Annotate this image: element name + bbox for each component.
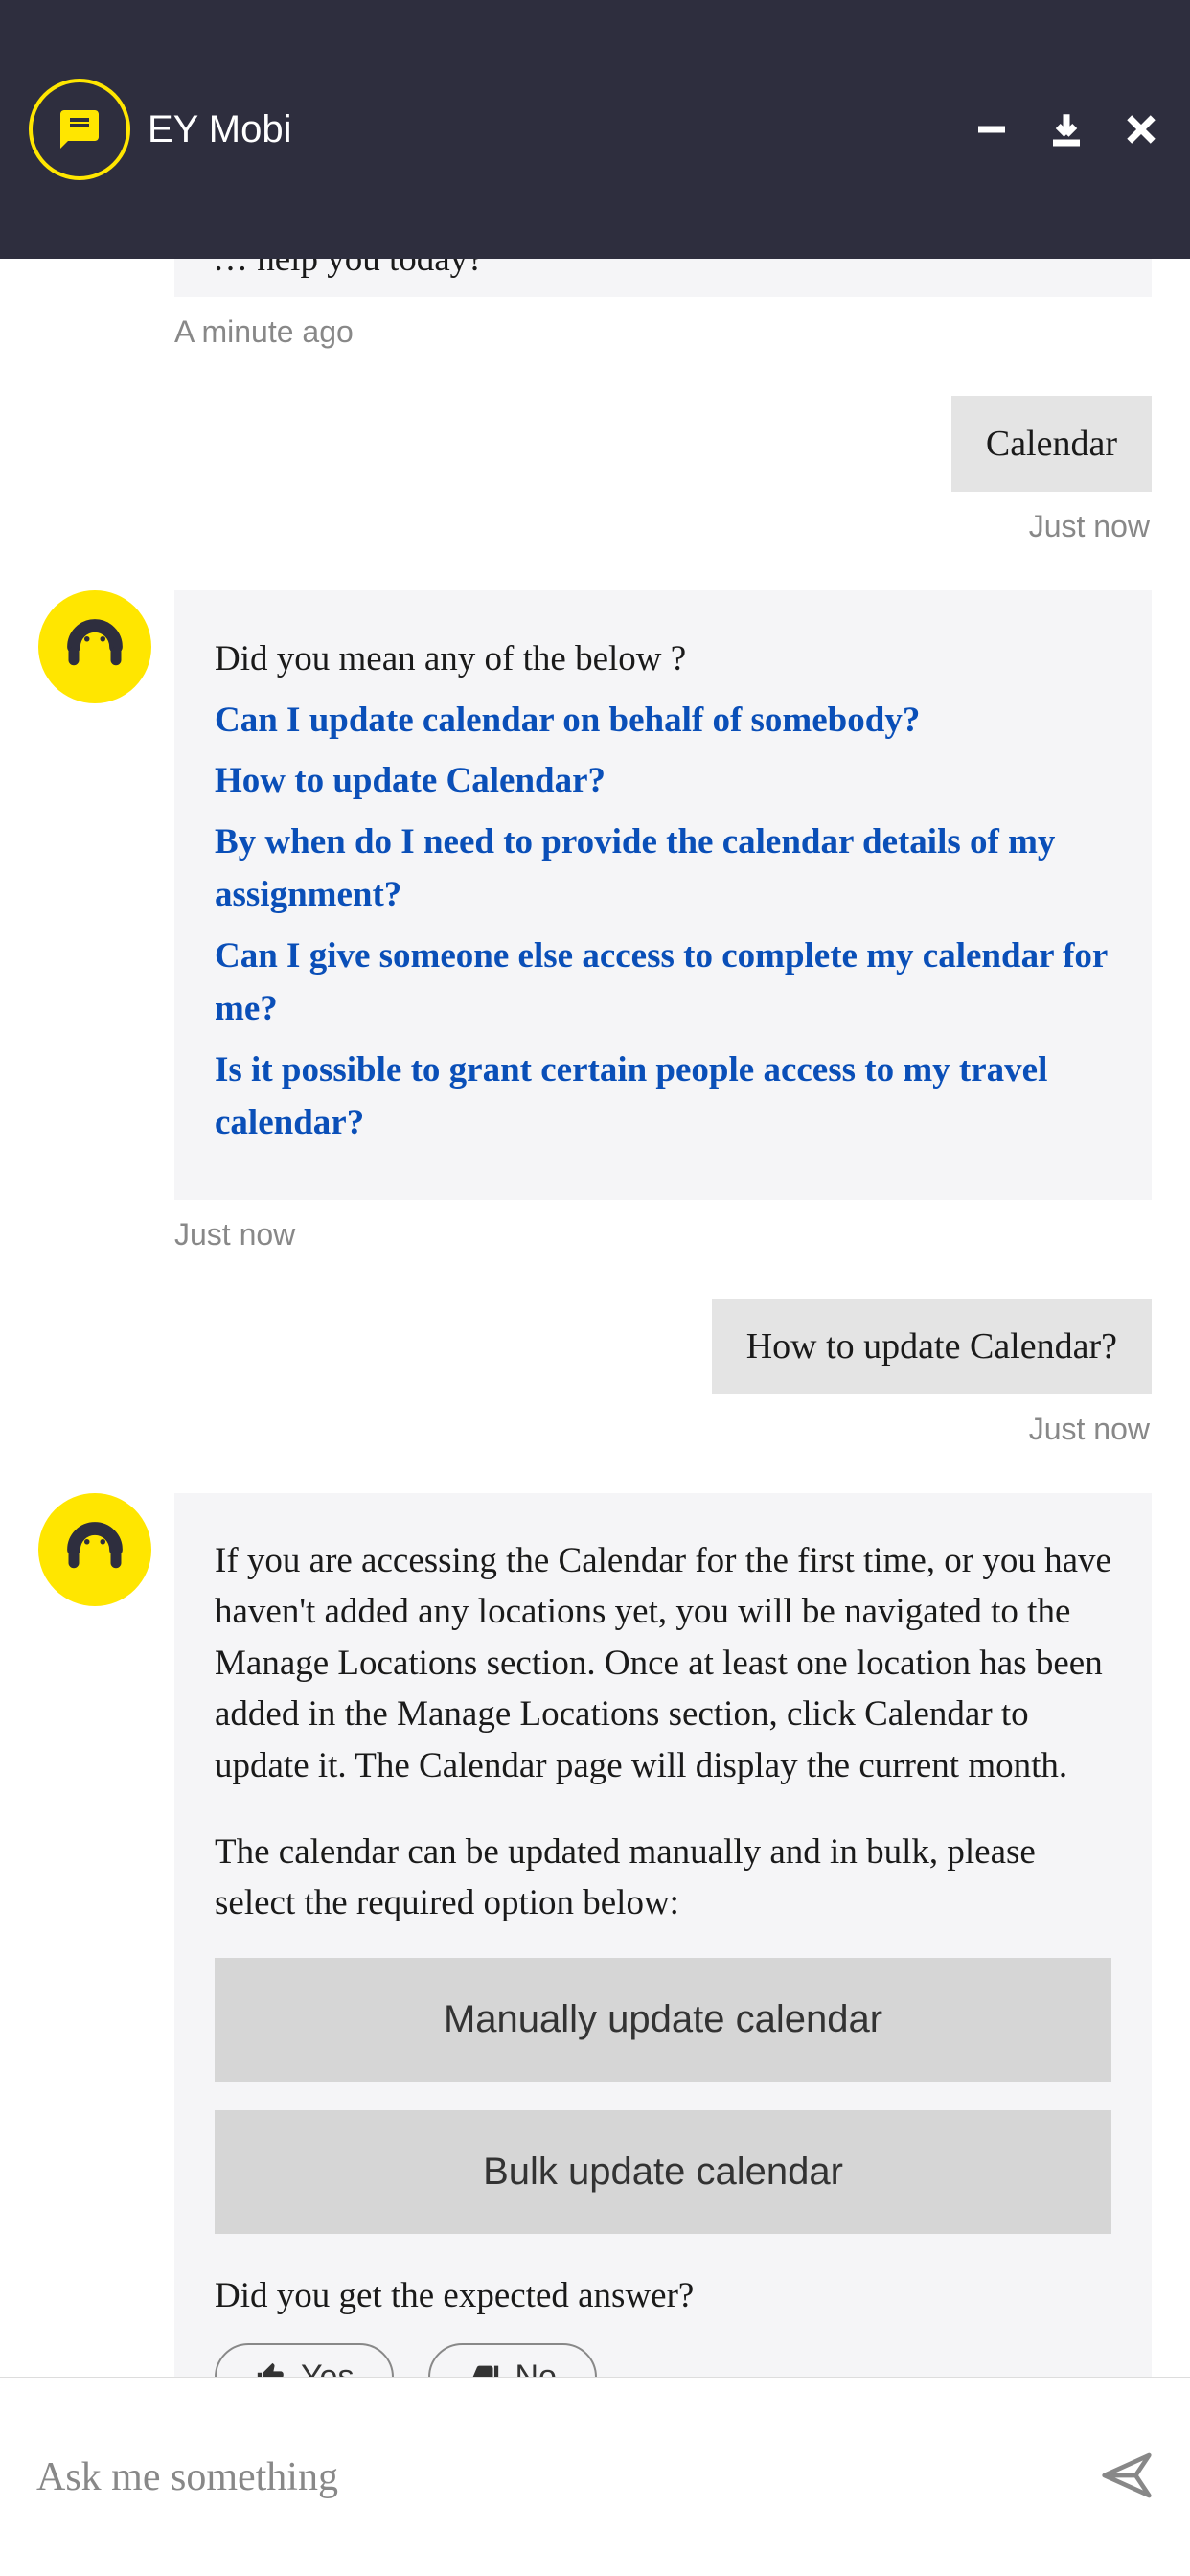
suggestion-link[interactable]: Is it possible to grant certain people a… [215, 1044, 1111, 1150]
chat-bubble-icon [57, 106, 103, 152]
bot-avatar [38, 1493, 151, 1606]
user-message-row: How to update Calendar? [38, 1299, 1152, 1394]
answer-paragraph: If you are accessing the Calendar for th… [215, 1535, 1111, 1792]
feedback-row: Yes No [215, 2343, 1111, 2377]
bot-message-group: Did you mean any of the below ? Can I up… [38, 590, 1152, 1253]
feedback-no-label: No [515, 2358, 556, 2377]
logo [29, 79, 130, 180]
thumbs-up-icon [255, 2360, 287, 2377]
header-actions [972, 109, 1161, 150]
chat-header: EY Mobi [0, 0, 1190, 259]
timestamp: Just now [38, 509, 1150, 544]
download-icon[interactable] [1046, 109, 1087, 150]
answer-paragraph: The calendar can be updated manually and… [215, 1827, 1111, 1929]
headset-icon [63, 1518, 126, 1581]
feedback-prompt: Did you get the expected answer? [215, 2270, 1111, 2322]
message-input[interactable] [36, 2454, 1081, 2500]
feedback-yes-label: Yes [301, 2358, 354, 2377]
bot-message-group: If you are accessing the Calendar for th… [38, 1493, 1152, 2378]
feedback-yes-button[interactable]: Yes [215, 2343, 394, 2377]
bot-intro-text: Did you mean any of the below ? [215, 632, 1111, 686]
bot-message-truncated: … help you today? [174, 259, 1152, 297]
bulk-update-button[interactable]: Bulk update calendar [215, 2110, 1111, 2234]
suggestion-link[interactable]: By when do I need to provide the calenda… [215, 816, 1111, 922]
bot-avatar [38, 590, 151, 703]
timestamp: A minute ago [174, 314, 1152, 350]
suggestion-link[interactable]: How to update Calendar? [215, 754, 1111, 808]
feedback-no-button[interactable]: No [428, 2343, 596, 2377]
user-message-row: Calendar [38, 396, 1152, 492]
close-icon[interactable] [1121, 109, 1161, 150]
minimize-icon[interactable] [972, 109, 1012, 150]
thumbs-down-icon [469, 2360, 501, 2377]
manual-update-button[interactable]: Manually update calendar [215, 1958, 1111, 2082]
user-message: How to update Calendar? [712, 1299, 1152, 1394]
timestamp: Just now [38, 1412, 1150, 1447]
app-title: EY Mobi [148, 108, 291, 151]
suggestion-link[interactable]: Can I give someone else access to comple… [215, 930, 1111, 1036]
header-left: EY Mobi [29, 79, 291, 180]
user-message: Calendar [951, 396, 1152, 492]
bot-answer: If you are accessing the Calendar for th… [174, 1493, 1152, 2378]
input-bar [0, 2377, 1190, 2576]
send-button[interactable] [1100, 2449, 1154, 2505]
send-icon [1100, 2449, 1154, 2502]
chat-scroll-area[interactable]: … help you today? A minute ago Calendar … [0, 259, 1190, 2377]
timestamp: Just now [174, 1217, 1152, 1253]
suggestion-link[interactable]: Can I update calendar on behalf of someb… [215, 694, 1111, 748]
bot-message: Did you mean any of the below ? Can I up… [174, 590, 1152, 1200]
headset-icon [63, 615, 126, 678]
